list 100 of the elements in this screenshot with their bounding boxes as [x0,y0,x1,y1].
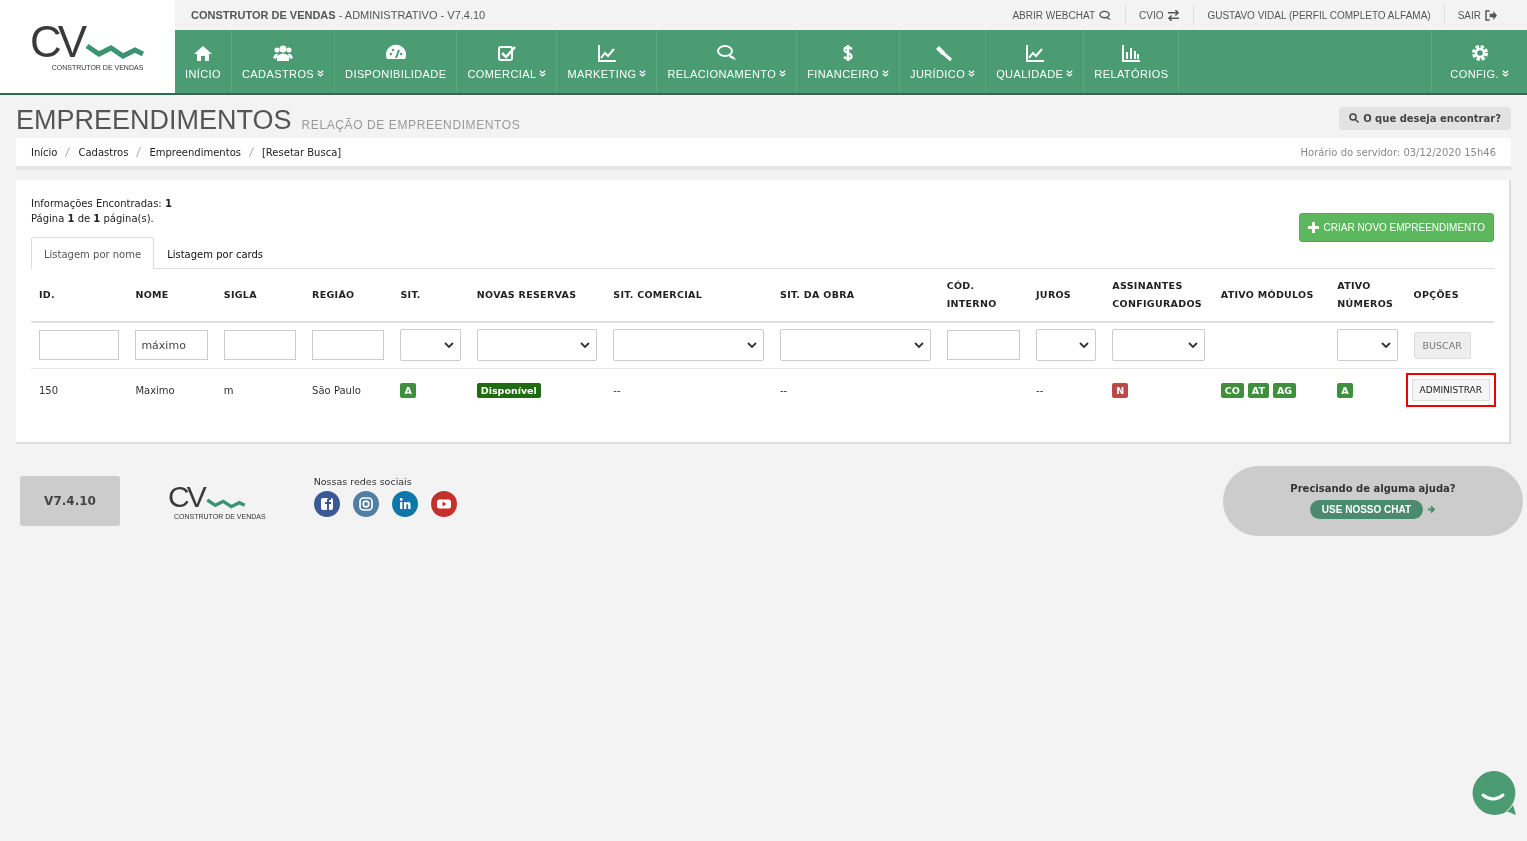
app-title: CONSTRUTOR DE VENDAS - ADMINISTRATIVO - V7.4.10 [191,9,486,21]
filter-field[interactable] [312,330,385,361]
filter-dropdown[interactable] [1112,329,1205,362]
version-badge: V7.4.10 [20,476,120,526]
wave-icon [85,42,146,62]
plus-icon [1307,222,1319,233]
table-cell: São Paulo [312,384,361,396]
column-header: SIT. DA OBRA [780,289,855,300]
result-info: Página 1 de 1 página(s). [31,212,155,226]
filter-dropdown[interactable] [400,329,461,362]
breadcrumb-link[interactable]: [Resetar Busca] [261,146,342,158]
chart-icon [596,43,617,62]
gauge-icon [385,43,406,62]
nav-item[interactable]: RELATÓRIOS [1084,30,1180,93]
settings-icon [1469,43,1490,62]
chevron-down-icon [913,341,924,349]
column-header: REGIÃO [312,289,355,300]
tab[interactable]: Listagem por cards [154,237,277,269]
tab[interactable]: Listagem por nome [31,237,155,269]
chat-icon [1099,9,1112,21]
chevron-down-icon [1380,341,1391,349]
top-link[interactable]: ABRIR WEBCHAT [999,9,1125,21]
status-badge: AG [1272,382,1297,398]
table-cell: -- [613,384,621,396]
breadcrumb-link[interactable]: Início [31,146,58,158]
nav-item[interactable]: QUALIDADE [986,30,1085,93]
chevron-down-icon [747,341,757,349]
filter-dropdown[interactable] [476,329,598,362]
filter-dropdown[interactable] [613,329,764,362]
logo-mark: CV [29,22,84,62]
swap-icon [1167,9,1181,21]
chart-icon [1024,43,1045,62]
result-info: Informações Encontradas: 1 [31,197,172,211]
nav-item[interactable]: COMERCIAL [457,30,558,93]
status-badge: A [400,382,416,398]
table-cell: Maximo [135,384,175,396]
manage-button[interactable]: ADMINISTRAR [1411,379,1490,402]
column-header: NOVAS RESERVAS [476,289,577,300]
column-header: JUROS [1036,289,1071,300]
table-cell: -- [780,384,788,396]
users-icon [273,43,294,62]
breadcrumb-link[interactable]: Cadastros [78,146,129,158]
filter-dropdown[interactable] [1036,329,1097,362]
top-link[interactable]: CVIO [1126,9,1194,21]
server-time: Horário do servidor: 03/12/2020 15h46 [1300,146,1496,158]
chevron-down-icon [1079,341,1090,349]
breadcrumb-link[interactable]: Empreendimentos [149,146,241,158]
table-cell: -- [1036,384,1044,396]
linkedin-icon[interactable] [391,490,418,517]
bars-icon [1121,43,1142,62]
filter-field[interactable] [946,330,1021,361]
column-header: SIGLA [223,289,257,300]
column-header: NOME [135,289,169,300]
status-badge: Disponível [476,382,541,398]
column-header: CÓD. INTERNO [946,280,997,309]
top-link[interactable]: GUSTAVO VIDAL (PERFIL COMPLETO ALFAMA) [1194,9,1444,21]
page-title: EMPREENDIMENTOS [16,105,292,135]
search-button[interactable]: BUSCAR [1413,331,1471,359]
nav-item[interactable]: INÍCIO [175,30,232,93]
table-cell: 150 [39,384,59,396]
status-badge: A [1337,382,1353,398]
filter-dropdown[interactable] [1337,329,1398,362]
page-subtitle: RELAÇÃO DE EMPREENDIMENTOS [301,118,521,134]
nav-item[interactable]: MARKETING [557,30,658,93]
help-text: Precisando de alguma ajuda? [1290,483,1456,494]
facebook-icon[interactable] [313,490,340,517]
nav-item[interactable]: CADASTROS [232,30,336,93]
home-icon [193,43,213,62]
column-header: ASSINANTES CONFIGURADOS [1112,280,1202,309]
chevron-down-icon [1187,341,1198,349]
nav-item[interactable]: RELACIONAMENTO [657,30,798,93]
filter-dropdown[interactable] [780,329,931,362]
search-button[interactable]: O que deseja encontrar? [1339,106,1511,130]
status-badge: N [1112,382,1129,398]
filter-field[interactable] [223,330,297,361]
table-cell: m [223,384,234,396]
check-icon [496,43,517,62]
nav-item[interactable]: FINANCEIRO [797,30,900,93]
chevron-down-icon [443,341,454,349]
youtube-icon[interactable] [430,490,457,517]
nav-item[interactable]: CONFIG. [1431,30,1527,93]
chat-icon [716,43,737,62]
chat-button[interactable]: USE NOSSO CHAT [1309,500,1424,519]
instagram-icon[interactable] [352,490,379,517]
search-icon [1349,113,1360,123]
logo-mark: CV [168,482,204,511]
top-link[interactable]: SAIR [1444,9,1511,21]
wave-icon [205,496,246,511]
social-label: Nossas redes sociais [313,475,413,487]
column-header: ATIVO NÚMEROS [1337,280,1394,309]
filter-field[interactable]: máximo [135,330,208,361]
column-header: SIT. COMERCIAL [613,289,703,300]
nav-item[interactable]: DISPONIBILIDADE [335,30,458,93]
filter-field[interactable] [39,330,120,361]
status-badge: CO [1220,382,1244,398]
arrow-right-icon [1427,505,1437,514]
create-button[interactable]: CRIAR NOVO EMPREENDIMENTO [1298,213,1494,242]
status-badge: AT [1247,382,1269,398]
column-header: OPÇÕES [1413,289,1459,300]
nav-item[interactable]: JURÍDICO [900,30,987,93]
